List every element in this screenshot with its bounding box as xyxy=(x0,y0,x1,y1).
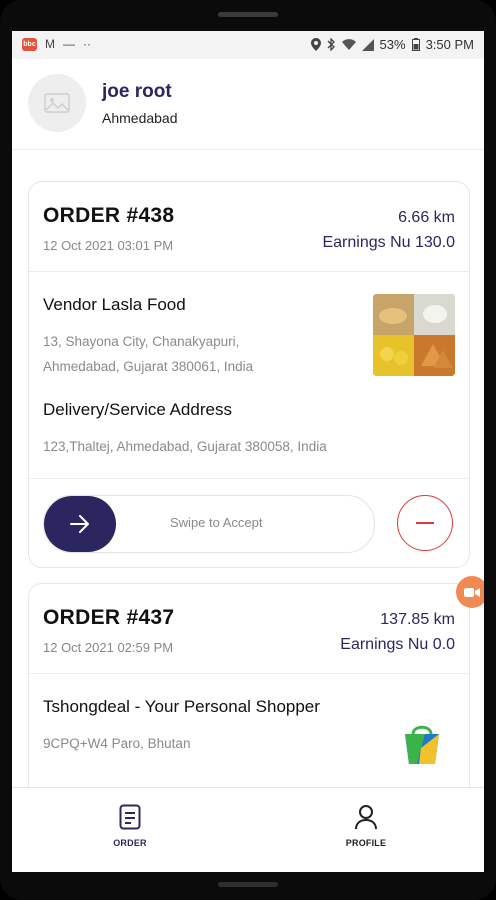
bottom-navigation: ORDER PROFILE xyxy=(12,787,484,872)
order-number: ORDER #438 xyxy=(43,204,175,227)
order-date: 12 Oct 2021 02:59 PM xyxy=(43,640,174,655)
video-icon xyxy=(464,587,480,597)
minus-icon: — xyxy=(63,37,75,51)
device-frame: bbc M — ·· 53% 3:50 PM joe root Ahmedaba… xyxy=(0,0,496,900)
app-screen: bbc M — ·· 53% 3:50 PM joe root Ahmedaba… xyxy=(12,31,484,872)
signal-icon xyxy=(361,38,374,51)
status-bar: bbc M — ·· 53% 3:50 PM xyxy=(12,31,484,59)
battery-percent: 53% xyxy=(379,37,406,52)
location-icon xyxy=(310,38,321,51)
vendor-name: Tshongdeal - Your Personal Shopper xyxy=(43,697,320,716)
vendor-address: 13, Shayona City, Chanakyapuri, Ahmedaba… xyxy=(43,329,333,379)
nav-profile-label: PROFILE xyxy=(345,838,387,848)
vendor-address-line-2: Ahmedabad, Gujarat 380061, India xyxy=(43,359,254,374)
order-earnings: Earnings Nu 130.0 xyxy=(322,234,455,251)
user-name: joe root xyxy=(102,81,172,102)
minus-icon xyxy=(416,522,434,524)
avatar[interactable] xyxy=(28,74,86,132)
delivery-heading: Delivery/Service Address xyxy=(43,400,232,419)
order-card[interactable]: ORDER #438 12 Oct 2021 03:01 PM 6.66 km … xyxy=(28,181,470,568)
bluetooth-icon xyxy=(327,38,335,51)
speaker-grille xyxy=(218,12,278,17)
order-distance: 6.66 km xyxy=(398,209,455,226)
swipe-label: Swipe to Accept xyxy=(170,515,263,530)
arrow-right-icon xyxy=(70,515,89,533)
user-icon xyxy=(355,805,377,830)
profile-header[interactable]: joe root Ahmedabad xyxy=(12,59,484,150)
divider xyxy=(29,478,469,479)
vendor-address-line-1: 13, Shayona City, Chanakyapuri, xyxy=(43,334,240,349)
app-notification-icon: bbc xyxy=(22,37,37,51)
nav-tab-order[interactable]: ORDER xyxy=(85,804,175,848)
user-city: Ahmedabad xyxy=(102,110,178,126)
order-date: 12 Oct 2021 03:01 PM xyxy=(43,238,174,253)
battery-icon xyxy=(411,38,420,51)
order-earnings: Earnings Nu 0.0 xyxy=(340,636,455,653)
order-number: ORDER #437 xyxy=(43,606,175,629)
vendor-address: 9CPQ+W4 Paro, Bhutan xyxy=(43,736,191,751)
divider xyxy=(29,271,469,272)
device-home-indicator xyxy=(218,882,278,887)
document-icon xyxy=(119,804,141,830)
vendor-logo xyxy=(393,712,451,770)
floating-record-button[interactable] xyxy=(456,576,484,608)
divider xyxy=(29,673,469,674)
nav-order-label: ORDER xyxy=(113,838,147,848)
swipe-to-accept-slider[interactable]: Swipe to Accept xyxy=(43,495,375,553)
image-placeholder-icon xyxy=(44,93,70,113)
reject-order-button[interactable] xyxy=(397,495,453,551)
nav-tab-profile[interactable]: PROFILE xyxy=(321,804,411,848)
more-dots-icon: ·· xyxy=(83,37,91,51)
vendor-name: Vendor Lasla Food xyxy=(43,295,186,314)
clock: 3:50 PM xyxy=(425,37,474,52)
order-distance: 137.85 km xyxy=(380,611,455,628)
delivery-address: 123,Thaltej, Ahmedabad, Gujarat 380058, … xyxy=(43,439,327,454)
vendor-food-image xyxy=(373,294,455,376)
swipe-handle[interactable] xyxy=(44,496,116,552)
gmail-icon: M xyxy=(45,37,55,51)
wifi-icon xyxy=(341,38,356,50)
